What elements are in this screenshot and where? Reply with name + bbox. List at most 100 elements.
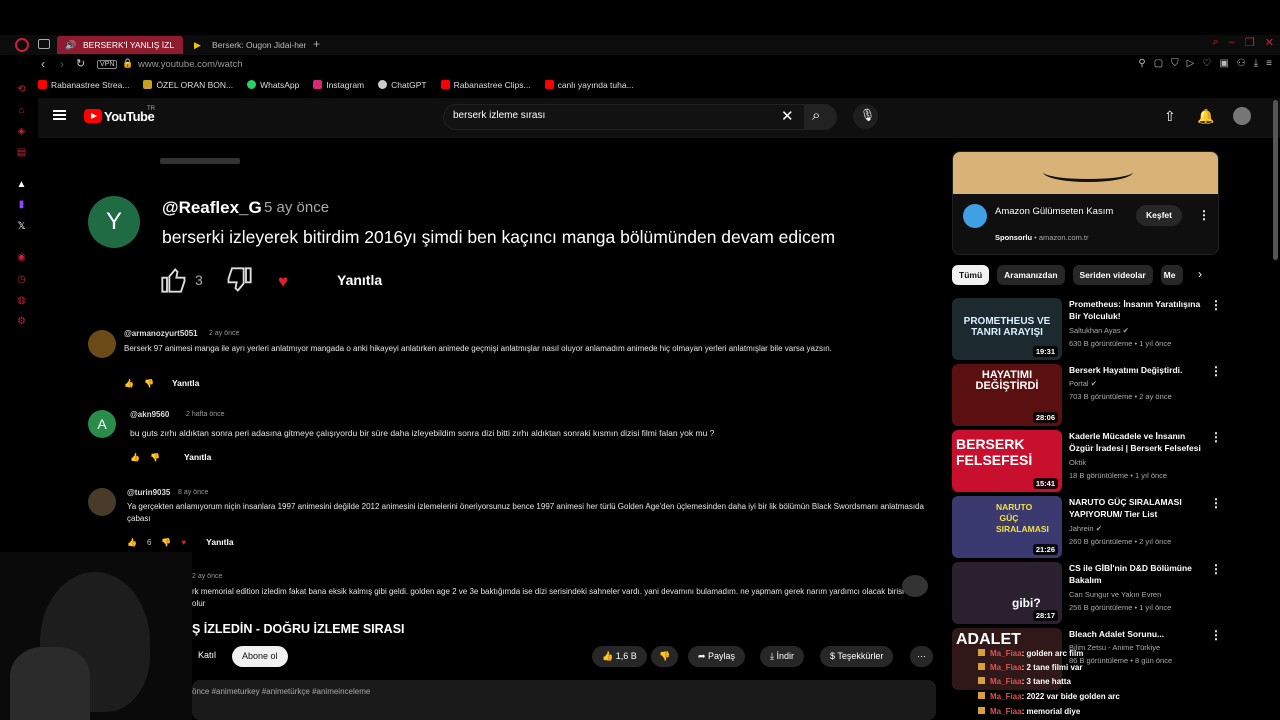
maximize-icon[interactable]: ❐ bbox=[1245, 36, 1255, 49]
messenger-icon[interactable]: ▤ bbox=[16, 147, 27, 158]
recommended-video[interactable]: PROMETHEUS VE TANRI ARAYIŞI 19:31 Promet… bbox=[952, 298, 1222, 360]
bookmark-item[interactable]: ChatGPT bbox=[378, 80, 427, 94]
comment-author[interactable]: @turin9035 bbox=[127, 488, 170, 497]
comment-time[interactable]: 2 ay önce bbox=[209, 330, 239, 337]
comment-author[interactable]: @armanozyurt5051 bbox=[124, 329, 198, 338]
play-icon[interactable]: ▷ bbox=[1187, 58, 1195, 69]
ad-banner[interactable] bbox=[953, 152, 1218, 194]
channel-name[interactable]: Jahrein ✔ bbox=[1069, 524, 1102, 533]
channel-name[interactable]: Saltukhan Ayas ✔ bbox=[1069, 326, 1129, 335]
reply-button[interactable]: Yanıtla bbox=[184, 452, 211, 462]
comment-time[interactable]: 2 ay önce bbox=[192, 573, 222, 580]
recommended-video[interactable]: HAYATIMI DEĞİŞTİRDİ 28:06 Berserk Hayatı… bbox=[952, 364, 1222, 426]
recommended-video[interactable]: NARUTO GÜÇ SIRALAMASI 21:26 NARUTO GÜÇ S… bbox=[952, 496, 1222, 558]
bookmark-item[interactable]: WhatsApp bbox=[247, 80, 299, 94]
chip-series[interactable]: Seriden videolar bbox=[1072, 265, 1153, 285]
tab-active[interactable]: 🔊 BERSERK'İ YANLIŞ İZL bbox=[57, 36, 183, 54]
video-title[interactable]: CS ile GİBİ'nin D&D Bölümüne Bakalım bbox=[1069, 562, 1209, 586]
dislike-icon[interactable] bbox=[225, 266, 253, 294]
comment-avatar[interactable]: A bbox=[88, 410, 116, 438]
shield-icon[interactable]: ⛉ bbox=[1171, 58, 1179, 69]
more-actions-icon[interactable]: ⋯ bbox=[910, 646, 933, 667]
tab-inactive[interactable]: ▶ Berserk: Ougon Jidai-hen bbox=[186, 36, 306, 54]
opera-logo-icon[interactable] bbox=[15, 38, 29, 52]
comment-avatar[interactable] bbox=[88, 488, 116, 516]
like-icon[interactable]: 👍 bbox=[124, 379, 134, 388]
thanks-button[interactable]: $ Teşekkürler bbox=[820, 646, 894, 667]
aria-ai-icon[interactable]: ▲ bbox=[16, 179, 27, 190]
player-icon[interactable]: ◉ bbox=[16, 252, 27, 263]
comment-time[interactable]: 2 hafta önce bbox=[186, 411, 225, 418]
chip-more[interactable]: Me bbox=[1160, 265, 1183, 285]
comment-avatar[interactable] bbox=[902, 575, 928, 597]
more-options-icon[interactable]: ⋮ bbox=[1210, 430, 1222, 444]
lock-icon[interactable]: 🔒 bbox=[122, 58, 133, 69]
dislike-icon[interactable]: 👎 bbox=[161, 538, 171, 547]
dislike-button[interactable]: 👎 bbox=[651, 646, 679, 667]
video-thumbnail[interactable]: NARUTO GÜÇ SIRALAMASI 21:26 bbox=[952, 496, 1062, 558]
download-button[interactable]: ⤓ İndir bbox=[760, 646, 804, 667]
reply-button[interactable]: Yanıtla bbox=[172, 378, 199, 388]
video-title[interactable]: Bleach Adalet Sorunu... bbox=[1069, 628, 1209, 640]
video-title[interactable]: Berserk Hayatımı Değiştirdi. bbox=[1069, 364, 1209, 376]
comment-avatar[interactable] bbox=[88, 330, 116, 358]
video-thumbnail[interactable]: gibi? 28:17 bbox=[952, 562, 1062, 624]
channel-name[interactable]: Oktik bbox=[1069, 458, 1086, 467]
ad-title[interactable]: Amazon Gülümseten Kasım bbox=[995, 205, 1125, 218]
bookmark-item[interactable]: Rabanastree Strea... bbox=[38, 80, 129, 94]
subscribe-button[interactable]: Abone ol bbox=[232, 646, 288, 667]
search-button[interactable] bbox=[805, 104, 837, 130]
reply-button[interactable]: Yanıtla bbox=[206, 537, 233, 547]
chip-from-search[interactable]: Aramanızdan bbox=[997, 265, 1065, 285]
recommended-video[interactable]: gibi? 28:17 CS ile GİBİ'nin D&D Bölümüne… bbox=[952, 562, 1222, 624]
upload-icon[interactable]: ⇧ bbox=[1164, 108, 1176, 125]
tab-overview-icon[interactable] bbox=[38, 39, 50, 49]
dislike-icon[interactable]: 👎 bbox=[144, 379, 154, 388]
video-thumbnail[interactable]: BERSERK FELSEFESİ 15:41 bbox=[952, 430, 1062, 492]
chevron-right-icon[interactable]: › bbox=[1198, 267, 1202, 281]
video-title[interactable]: Kaderle Mücadele ve İnsanın Özgür İrades… bbox=[1069, 430, 1209, 454]
account-icon[interactable]: ⚇ bbox=[1237, 58, 1246, 69]
pinboard-icon[interactable]: ◍ bbox=[16, 295, 27, 306]
new-tab-icon[interactable]: + bbox=[313, 37, 320, 51]
aria-icon[interactable]: ⟲ bbox=[16, 84, 27, 95]
microphone-icon[interactable]: 🎙 bbox=[860, 108, 875, 122]
like-button[interactable]: 👍 1,6 B bbox=[592, 646, 647, 667]
reload-icon[interactable]: ↻ bbox=[76, 57, 85, 70]
bookmark-item[interactable]: canlı yayında tuha... bbox=[544, 80, 634, 94]
ad-logo[interactable] bbox=[963, 204, 987, 228]
hamburger-menu-icon[interactable] bbox=[53, 110, 66, 120]
bag-icon[interactable]: ⌂ bbox=[16, 105, 27, 116]
channel-name[interactable]: Portal ✔ bbox=[1069, 379, 1097, 388]
description-box[interactable] bbox=[192, 680, 936, 720]
comment-avatar[interactable]: Y bbox=[88, 196, 140, 248]
video-thumbnail[interactable]: HAYATIMI DEĞİŞTİRDİ 28:06 bbox=[952, 364, 1062, 426]
download-icon[interactable]: ⤓ bbox=[1254, 58, 1258, 69]
url-field[interactable]: www.youtube.com/watch bbox=[138, 59, 243, 70]
ad-cta-button[interactable]: Keşfet bbox=[1136, 205, 1182, 226]
comment-author[interactable]: @akn9560 bbox=[130, 410, 169, 419]
channel-name[interactable]: Can Sungur ve Yakın Evren bbox=[1069, 590, 1161, 599]
comment-time[interactable]: 8 ay önce bbox=[178, 489, 208, 496]
snapshot-icon[interactable]: ▢ bbox=[1154, 58, 1163, 69]
forward-icon[interactable]: › bbox=[60, 57, 64, 71]
pin-icon[interactable]: ⚲ bbox=[1138, 58, 1145, 69]
video-thumbnail[interactable]: PROMETHEUS VE TANRI ARAYIŞI 19:31 bbox=[952, 298, 1062, 360]
comment-time[interactable]: 5 ay önce bbox=[264, 199, 329, 216]
clear-search-icon[interactable]: ✕ bbox=[781, 107, 794, 125]
bookmark-item[interactable]: ÖZEL ORAN BON... bbox=[143, 80, 233, 94]
history-icon[interactable]: ◷ bbox=[16, 274, 27, 285]
youtube-logo-icon[interactable] bbox=[84, 109, 102, 123]
share-button[interactable]: ➦ Paylaş bbox=[688, 646, 746, 667]
ad-more-icon[interactable]: ⋮ bbox=[1198, 208, 1210, 222]
join-button[interactable]: Katıl bbox=[192, 646, 222, 664]
comment-author[interactable]: @Reaflex_G bbox=[162, 198, 262, 218]
twitch-icon[interactable]: ▮ bbox=[16, 199, 27, 210]
reply-button[interactable]: Yanıtla bbox=[337, 272, 382, 288]
dislike-icon[interactable]: 👎 bbox=[150, 453, 160, 462]
more-options-icon[interactable]: ⋮ bbox=[1210, 496, 1222, 510]
x-icon[interactable]: 𝕏 bbox=[16, 221, 27, 232]
search-input[interactable]: berserk izleme sırası bbox=[453, 110, 545, 121]
bookmark-item[interactable]: Instagram bbox=[313, 80, 364, 94]
like-icon[interactable] bbox=[160, 266, 188, 294]
